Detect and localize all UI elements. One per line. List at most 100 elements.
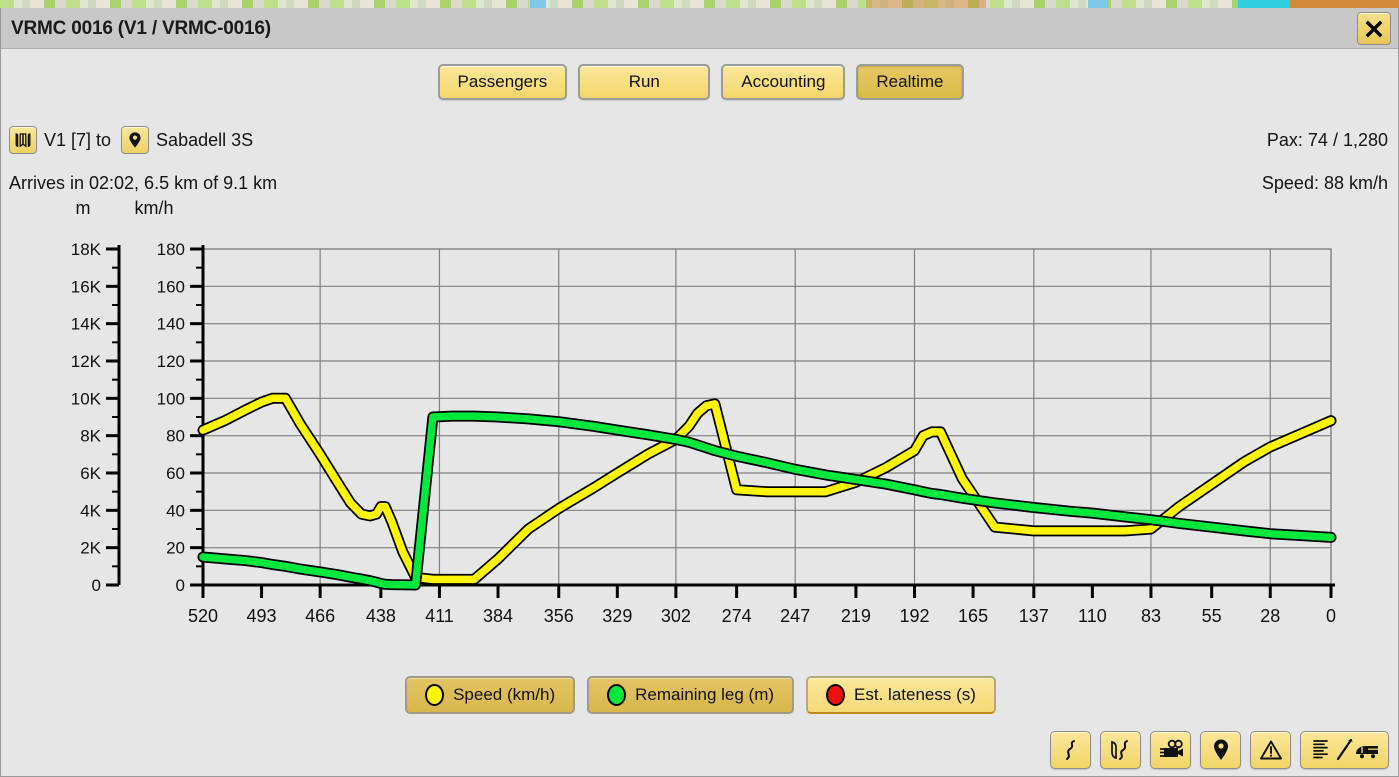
realtime-vehicle-window: VRMC 0016 (V1 / VRMC-0016) Passengers Ru… (0, 0, 1399, 777)
video-camera-icon (1159, 739, 1183, 757)
winding-road-icon (1065, 740, 1075, 760)
lateness-color-swatch (826, 684, 846, 706)
book-route-icon[interactable] (9, 126, 37, 154)
svg-text:16K: 16K (71, 277, 102, 296)
svg-text:14K: 14K (71, 315, 102, 334)
realtime-chart: 0 20 40 60 80 100 120 140 160 180 0 2K 4K 6K 8K 10K 12K 1… (1, 233, 1399, 633)
svg-text:192: 192 (899, 606, 929, 626)
speed-color-swatch (425, 684, 445, 706)
x-axis: 520 493 466 438 411 384 356 329 302 274 247 219 192 1… (188, 583, 1336, 626)
svg-text:165: 165 (958, 606, 988, 626)
svg-text:247: 247 (780, 606, 810, 626)
legend-label-lateness: Est. lateness (s) (854, 685, 976, 704)
svg-text:219: 219 (841, 606, 871, 626)
window-title: VRMC 0016 (V1 / VRMC-0016) (11, 18, 271, 39)
svg-text:20: 20 (166, 539, 185, 558)
svg-text:18K: 18K (71, 240, 102, 259)
svg-text:274: 274 (722, 606, 752, 626)
info-row-line: V1 [7] to Sabadell 3S Pax: 74 / 1,280 (1, 125, 1399, 155)
line-destination-group: V1 [7] to Sabadell 3S (9, 125, 253, 155)
pax-counter: Pax: 74 / 1,280 (1266, 129, 1388, 150)
line-label: V1 [7] to (44, 129, 112, 150)
window-frame: VRMC 0016 (V1 / VRMC-0016) Passengers Ru… (0, 8, 1399, 777)
timetable-train-icon (1312, 738, 1378, 761)
legend-toggle-lateness[interactable]: Est. lateness (s) (806, 676, 996, 714)
arrival-status: Arrives in 02:02, 6.5 km of 9.1 km (9, 172, 278, 193)
svg-text:0: 0 (92, 576, 101, 595)
svg-text:520: 520 (188, 606, 218, 626)
svg-text:100: 100 (157, 389, 185, 408)
svg-text:140: 140 (157, 315, 185, 334)
left-axis: 0 2K 4K 6K 8K 10K 12K 14K 16K 18K (71, 240, 121, 595)
svg-text:4K: 4K (80, 501, 101, 520)
tab-run-label: Run (628, 72, 660, 91)
svg-text:329: 329 (602, 606, 632, 626)
route-split-icon (1110, 740, 1128, 760)
left-axis-unit: m (75, 198, 91, 218)
info-row-status: Arrives in 02:02, 6.5 km of 9.1 km Speed… (1, 168, 1399, 198)
tab-passengers-label: Passengers (457, 72, 548, 91)
svg-text:80: 80 (166, 427, 185, 446)
map-pin-icon (1213, 739, 1228, 760)
tab-run[interactable]: Run (578, 64, 711, 100)
tab-realtime[interactable]: Realtime (856, 64, 964, 100)
video-camera-button[interactable] (1150, 731, 1191, 769)
svg-text:110: 110 (1078, 606, 1107, 626)
chart-series (197, 392, 1337, 591)
tab-realtime-label: Realtime (876, 72, 944, 91)
remaining-leg-color-swatch (607, 684, 627, 706)
map-pin-button[interactable] (1200, 731, 1241, 769)
tab-accounting-label: Accounting (741, 72, 826, 91)
warning-button[interactable] (1250, 731, 1291, 769)
close-button[interactable] (1357, 12, 1391, 45)
svg-text:411: 411 (425, 606, 454, 626)
legend-label-speed: Speed (km/h) (453, 685, 556, 704)
svg-text:120: 120 (157, 352, 185, 371)
svg-text:12K: 12K (71, 352, 102, 371)
svg-text:10K: 10K (71, 389, 102, 408)
svg-text:2K: 2K (80, 539, 101, 558)
legend-label-remaining-leg: Remaining leg (m) (635, 685, 775, 704)
right-axis: 0 20 40 60 80 100 120 140 160 180 (157, 240, 205, 595)
series-line (199, 394, 1335, 584)
svg-text:6K: 6K (80, 464, 101, 483)
tab-accounting[interactable]: Accounting (721, 64, 846, 100)
bottom-toolbar (1050, 731, 1389, 769)
svg-text:384: 384 (483, 606, 513, 626)
svg-text:40: 40 (166, 501, 185, 520)
timetable-train-button[interactable] (1300, 731, 1389, 769)
svg-text:438: 438 (366, 606, 396, 626)
svg-text:466: 466 (305, 606, 335, 626)
series-line (199, 412, 1335, 589)
chart-legend: Speed (km/h) Remaining leg (m) Est. late… (1, 676, 1399, 714)
route-split-button[interactable] (1100, 731, 1141, 769)
svg-text:160: 160 (157, 277, 185, 296)
svg-text:28: 28 (1260, 606, 1280, 626)
svg-text:356: 356 (544, 606, 574, 626)
svg-text:137: 137 (1019, 606, 1049, 626)
svg-text:302: 302 (661, 606, 691, 626)
winding-road-button[interactable] (1050, 731, 1091, 769)
svg-text:83: 83 (1141, 606, 1161, 626)
tab-passengers[interactable]: Passengers (437, 64, 568, 100)
close-icon (1365, 20, 1383, 37)
chart-gridlines (202, 248, 1332, 586)
map-pin-icon[interactable] (121, 126, 150, 154)
tab-bar: Passengers Run Accounting Realtime (1, 64, 1399, 100)
svg-text:60: 60 (166, 464, 185, 483)
svg-text:493: 493 (247, 606, 277, 626)
svg-text:8K: 8K (80, 427, 101, 446)
warning-triangle-icon (1259, 740, 1282, 760)
map-background-strip (0, 0, 1399, 8)
right-axis-unit: km/h (134, 198, 174, 218)
svg-text:180: 180 (157, 240, 185, 259)
legend-toggle-remaining-leg[interactable]: Remaining leg (m) (587, 676, 795, 714)
destination-label: Sabadell 3S (156, 129, 254, 150)
speed-status: Speed: 88 km/h (1261, 172, 1388, 193)
series-outline (197, 410, 1337, 591)
chart-canvas: 0 20 40 60 80 100 120 140 160 180 0 2K 4K 6K 8K 10K 12K 1… (71, 240, 1337, 626)
svg-text:0: 0 (1326, 606, 1336, 626)
svg-text:55: 55 (1202, 606, 1222, 626)
legend-toggle-speed[interactable]: Speed (km/h) (405, 676, 576, 714)
svg-text:0: 0 (176, 576, 185, 595)
